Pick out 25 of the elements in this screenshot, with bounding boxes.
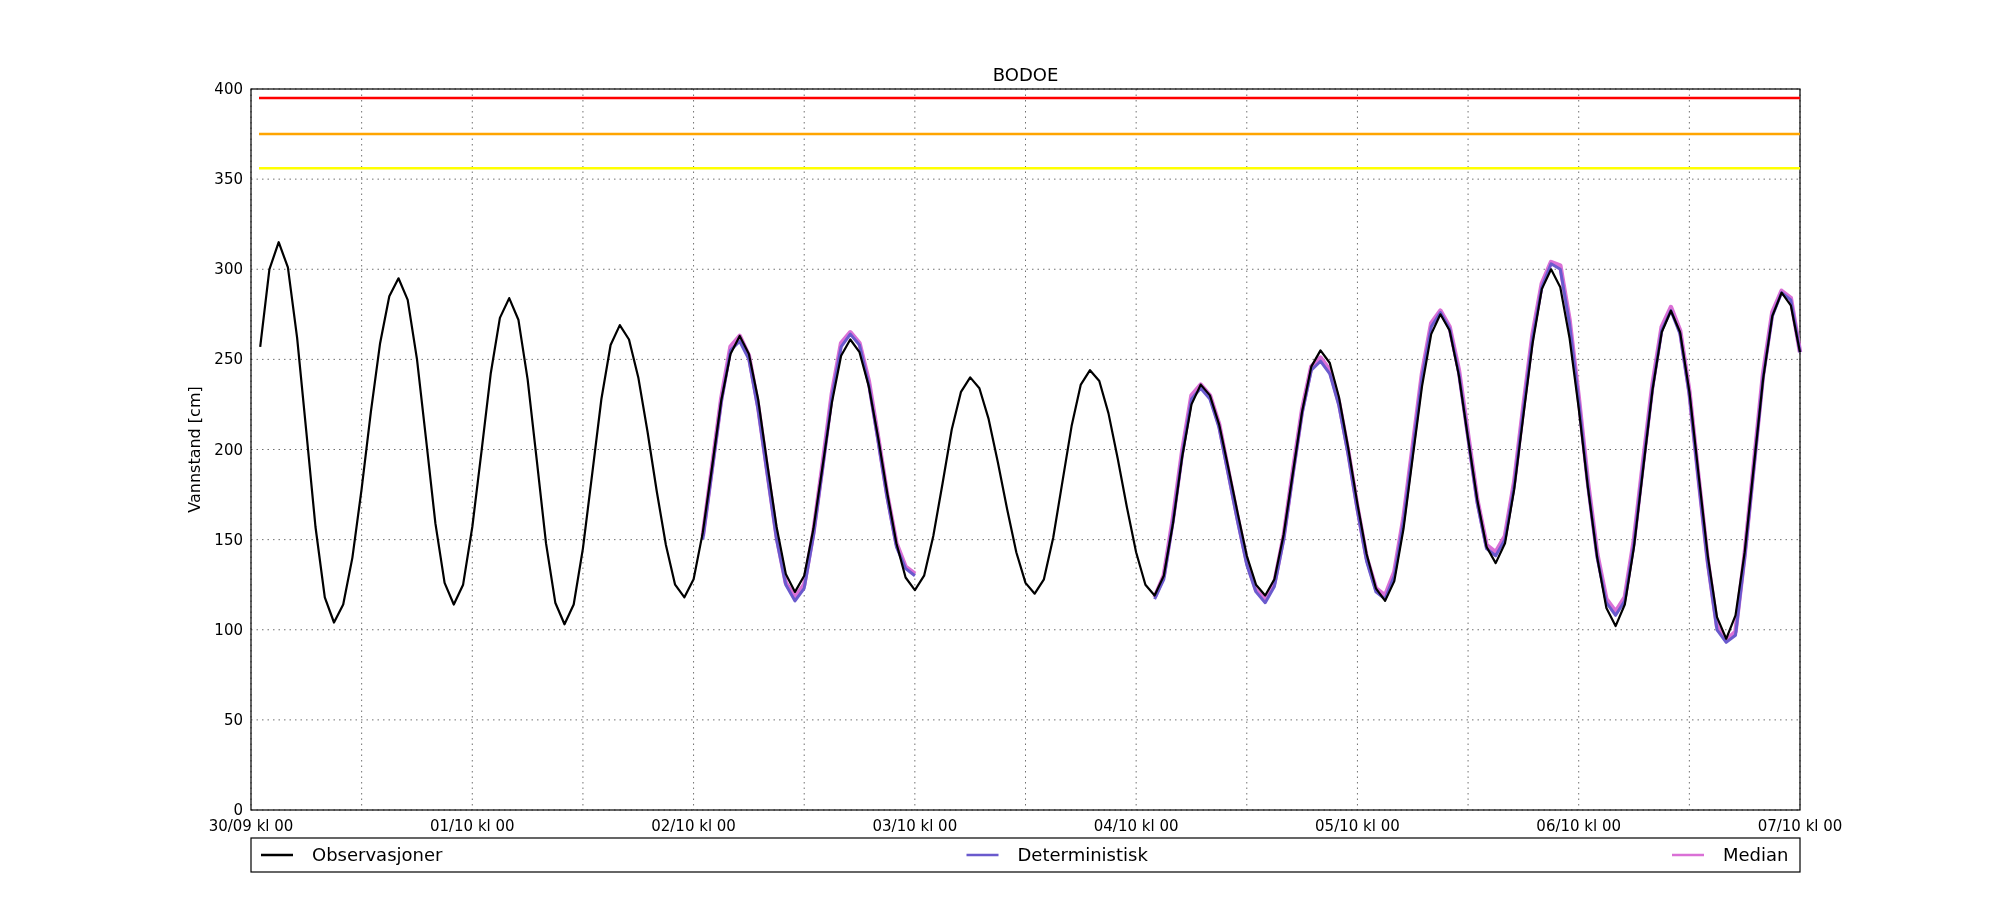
legend-label: Deterministisk: [1017, 844, 1148, 865]
tick-label: 04/10 kl 00: [1093, 817, 1179, 835]
tick-label: 300: [214, 260, 243, 279]
tick-label: 05/10 kl 00: [1315, 817, 1400, 835]
legend-label: Median: [1723, 844, 1789, 865]
tick-label: 400: [214, 80, 243, 98]
tick-label: 03/10 kl 00: [872, 817, 958, 835]
chart-title: BODOE: [992, 64, 1059, 85]
tick-label: 350: [214, 170, 243, 189]
legend-line-icon: [1672, 853, 1704, 857]
tick-label: 07/10 kl 00: [1757, 817, 1843, 835]
tick-label: 30/09 kl 00: [208, 817, 294, 835]
tick-label: 01/10 kl 00: [429, 817, 515, 835]
tick-label: 50: [223, 710, 243, 729]
tick-label: 150: [214, 530, 243, 549]
legend-label: Observasjoner: [312, 844, 443, 865]
tick-label: 200: [214, 440, 243, 459]
tick-label: 250: [214, 350, 243, 369]
legend-line-icon: [966, 853, 999, 857]
legend-line-icon: [261, 853, 293, 857]
tick-label: 06/10 kl 00: [1536, 817, 1622, 835]
tick-label: 0: [233, 801, 243, 819]
tick-label: 100: [214, 620, 243, 639]
y-axis-label: Vannstand [cm]: [185, 386, 204, 513]
tick-label: 02/10 kl 00: [651, 817, 736, 835]
